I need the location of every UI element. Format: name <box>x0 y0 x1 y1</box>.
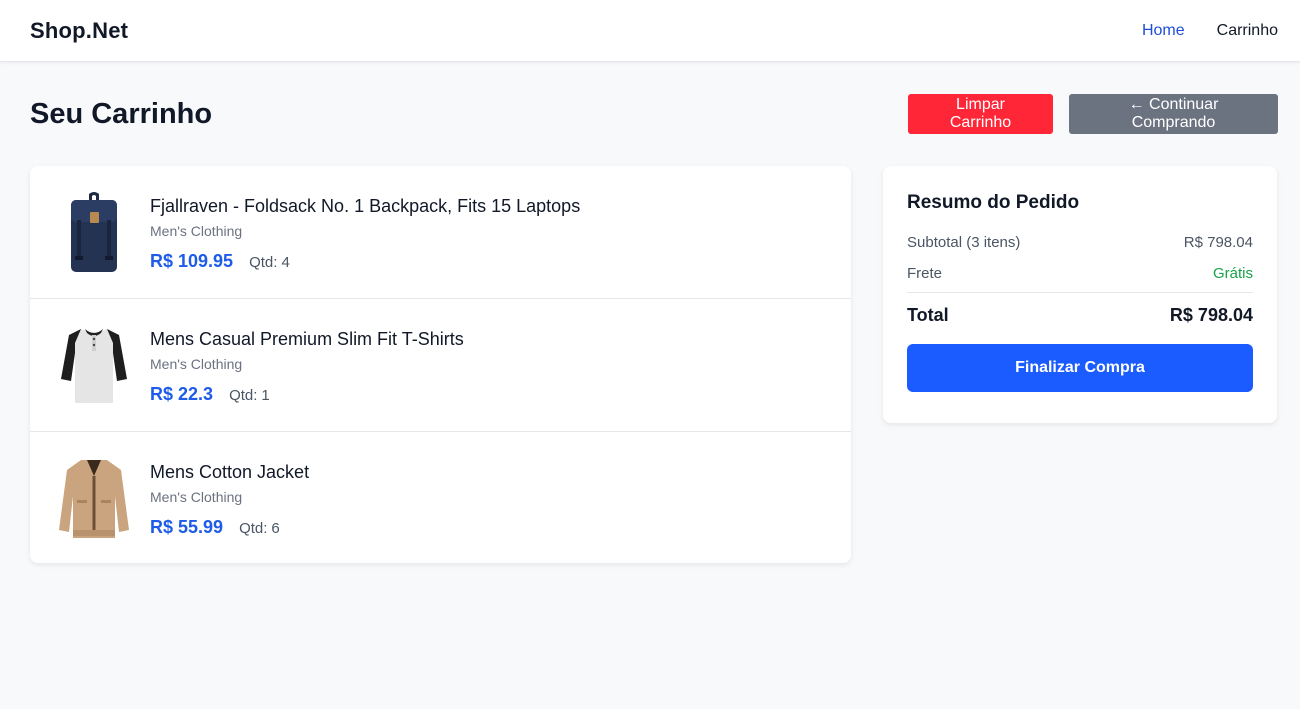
tshirt-image[interactable] <box>54 323 134 407</box>
item-price: 55.99 <box>178 516 224 537</box>
page-header: Seu Carrinho Limpar Carrinho ← Continuar… <box>30 94 1278 134</box>
order-summary: Resumo do Pedido Subtotal (3 itens) R$ 7… <box>883 166 1277 423</box>
item-price-row: R$ 109.95 Qtd: 4 <box>150 251 580 272</box>
item-info: Fjallraven - Foldsack No. 1 Backpack, Fi… <box>150 196 580 272</box>
item-qty-label: Qtd: <box>249 254 278 271</box>
shipping-value: Grátis <box>1212 265 1253 282</box>
subtotal-label: Subtotal (3 itens) <box>907 234 1021 251</box>
item-price-row: R$ 55.99 Qtd: 6 <box>150 517 309 538</box>
item-price-currency: R$ <box>150 516 174 537</box>
item-qty-label: Qtd: <box>229 387 258 404</box>
cart-item: Fjallraven - Foldsack No. 1 Backpack, Fi… <box>30 166 851 299</box>
item-qty-label: Qtd: <box>239 519 268 537</box>
total-row: Total R$ 798.04 <box>907 305 1253 326</box>
total-label: Total <box>907 305 949 325</box>
item-info: Mens Casual Premium Slim Fit T-Shirts Me… <box>150 329 464 405</box>
jacket-image[interactable] <box>54 456 134 540</box>
top-navbar: Shop.Net Home Carrinho <box>0 0 1300 62</box>
item-category: Men's Clothing <box>150 356 243 372</box>
nav-link-cart[interactable]: Carrinho <box>1217 22 1278 40</box>
cart-items-list: Fjallraven - Foldsack No. 1 Backpack, Fi… <box>30 166 851 563</box>
backpack-image[interactable] <box>54 190 134 274</box>
item-title[interactable]: Mens Cotton Jacket <box>150 462 309 483</box>
checkout-button[interactable]: Finalizar Compra <box>907 344 1253 392</box>
item-qty: 4 <box>281 254 290 271</box>
item-title[interactable]: Fjallraven - Foldsack No. 1 Backpack, Fi… <box>150 196 580 217</box>
total-value: R$ 798.04 <box>1169 305 1253 325</box>
page-title: Seu Carrinho <box>30 97 213 130</box>
item-qty: 1 <box>261 387 270 404</box>
cart-item: Mens Casual Premium Slim Fit T-Shirts Me… <box>30 299 851 432</box>
item-price-row: R$ 22.3 Qtd: 1 <box>150 384 464 405</box>
item-price-currency: R$ <box>150 251 174 271</box>
item-price: 22.3 <box>178 384 214 404</box>
main-nav: Home Carrinho <box>1142 22 1278 40</box>
item-info: Mens Cotton Jacket Men's Clothing R$ 55.… <box>150 462 309 538</box>
subtotal-value: R$ 798.04 <box>1183 234 1253 251</box>
subtotal-row: Subtotal (3 itens) R$ 798.04 <box>907 234 1253 251</box>
item-price: 109.95 <box>178 251 234 271</box>
shipping-row: Frete Grátis <box>907 265 1253 293</box>
header-actions: Limpar Carrinho ← Continuar Comprando <box>908 94 1278 134</box>
clear-cart-button[interactable]: Limpar Carrinho <box>908 94 1053 134</box>
brand-logo[interactable]: Shop.Net <box>30 18 128 44</box>
item-price-currency: R$ <box>150 384 174 404</box>
item-qty: 6 <box>271 519 280 537</box>
item-category: Men's Clothing <box>150 488 243 505</box>
continue-shopping-button[interactable]: ← Continuar Comprando <box>1069 94 1278 134</box>
nav-link-home[interactable]: Home <box>1142 22 1185 40</box>
cart-item: Mens Cotton Jacket Men's Clothing R$ 55.… <box>30 432 851 563</box>
item-title[interactable]: Mens Casual Premium Slim Fit T-Shirts <box>150 329 464 350</box>
summary-title: Resumo do Pedido <box>907 192 1080 213</box>
item-category: Men's Clothing <box>150 223 243 239</box>
shipping-label: Frete <box>907 265 943 282</box>
